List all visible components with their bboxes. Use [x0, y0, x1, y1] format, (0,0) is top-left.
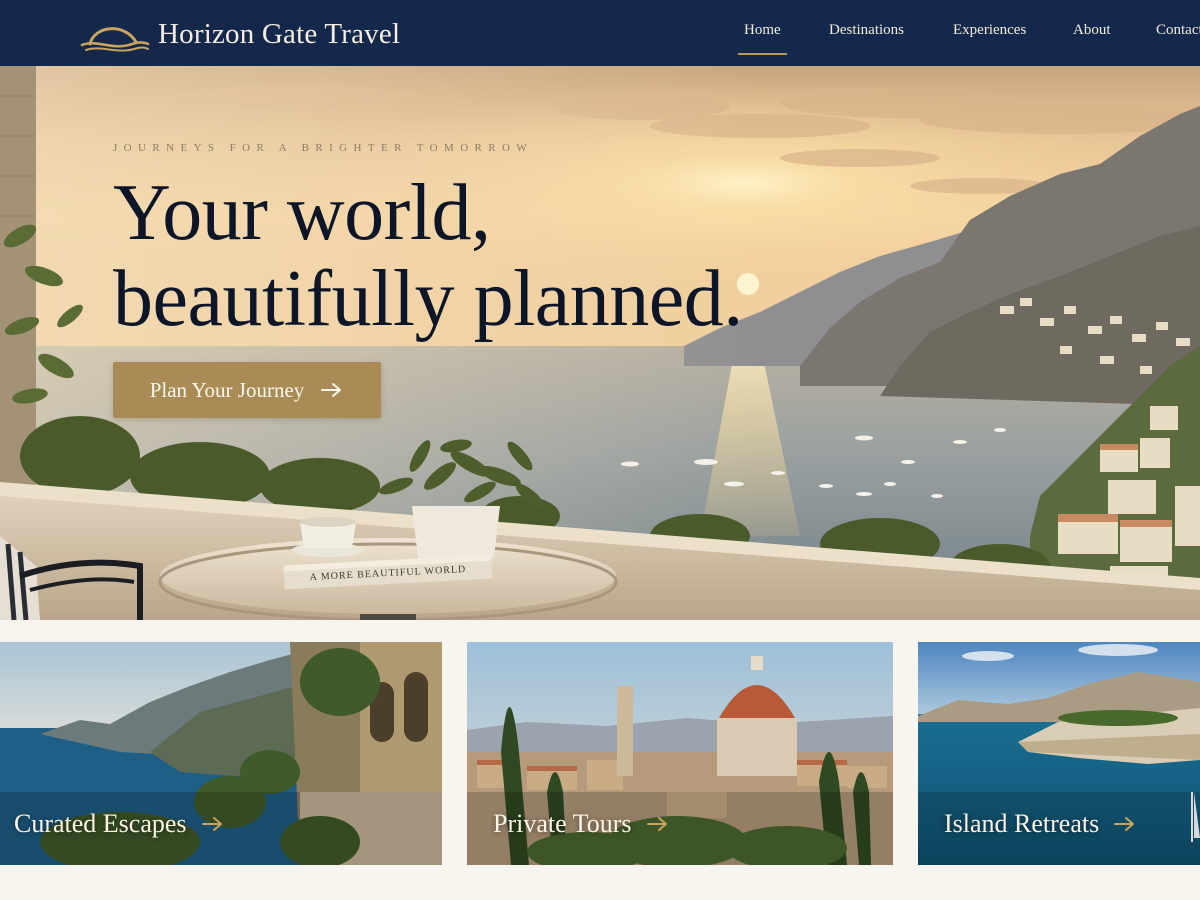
- brand-name: Horizon Gate Travel: [158, 17, 401, 50]
- card-title: Private Tours: [493, 809, 632, 838]
- card-title: Curated Escapes: [14, 809, 187, 838]
- top-navbar: Horizon Gate Travel Home Destinations Ex…: [0, 0, 1200, 68]
- nav-item-label: Contact: [1156, 22, 1200, 38]
- hero-section: A MORE BEAUTIFUL WORLD JOURNEYS FOR A BR…: [0, 66, 1200, 620]
- card-label-row: Curated Escapes: [14, 809, 225, 839]
- hero-tagline: JOURNEYS FOR A BRIGHTER TOMORROW: [113, 142, 534, 154]
- card-title: Island Retreats: [944, 809, 1100, 838]
- brand[interactable]: Horizon Gate Travel: [80, 14, 400, 54]
- nav-item-label: Destinations: [829, 22, 904, 38]
- nav-item-experiences[interactable]: Experiences: [953, 22, 1026, 39]
- nav-item-destinations[interactable]: Destinations: [829, 22, 904, 39]
- card-island-retreats[interactable]: Island Retreats: [918, 642, 1200, 865]
- plan-journey-button[interactable]: Plan Your Journey: [113, 362, 381, 418]
- nav-item-contact[interactable]: Contact: [1156, 22, 1200, 39]
- nav-item-label: About: [1073, 22, 1111, 38]
- arrow-right-icon: [201, 817, 222, 831]
- nav-item-about[interactable]: About: [1073, 22, 1111, 39]
- arrow-right-icon: [1114, 817, 1135, 831]
- nav-item-home[interactable]: Home: [738, 22, 787, 55]
- card-label-row: Island Retreats: [944, 809, 1137, 839]
- nav-item-label: Experiences: [953, 22, 1027, 38]
- nav-item-label: Home: [744, 22, 781, 38]
- cta-label: Plan Your Journey: [149, 377, 305, 402]
- sunset-arch-logo-icon: [80, 27, 150, 52]
- hero-headline: Your world, beautifully planned.: [113, 170, 743, 342]
- headline-line-2: beautifully planned.: [113, 255, 743, 343]
- headline-line-1: Your world,: [113, 169, 491, 257]
- active-nav-indicator: [738, 53, 787, 55]
- card-label-row: Private Tours: [493, 809, 670, 839]
- arrow-right-icon: [321, 383, 342, 397]
- arrow-right-icon: [646, 817, 667, 831]
- card-curated-escapes[interactable]: Curated Escapes: [0, 642, 442, 865]
- card-private-tours[interactable]: Private Tours: [467, 642, 893, 865]
